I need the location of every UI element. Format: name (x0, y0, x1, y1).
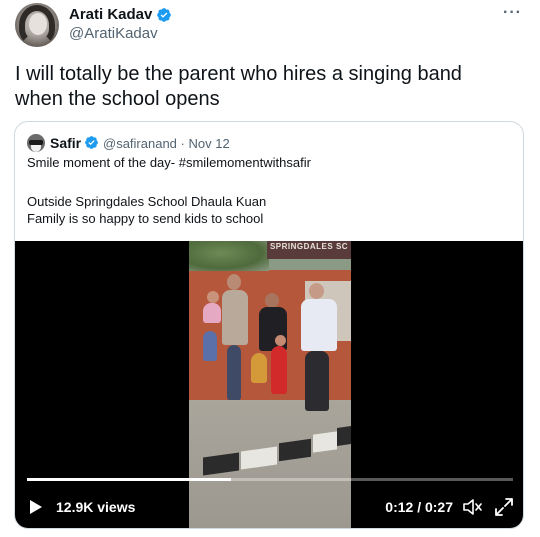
video-time: 0:12 / 0:27 (385, 499, 453, 515)
quoted-tweet-date[interactable]: Nov 12 (189, 136, 230, 151)
quoted-author-name[interactable]: Safir (50, 135, 81, 151)
quoted-author-avatar[interactable] (27, 134, 45, 152)
more-dots-icon[interactable]: ··· (503, 4, 522, 22)
video-progress-fill (27, 478, 232, 481)
video-progress-bar[interactable] (27, 478, 513, 481)
quoted-tweet[interactable]: Safir @safiranand · Nov 12 Smile moment … (14, 121, 524, 529)
video-frame[interactable]: SPRINGDALES SC (189, 241, 351, 528)
tweet-text-line: when the school opens (15, 88, 220, 110)
play-icon[interactable] (29, 499, 43, 515)
author-avatar[interactable] (15, 3, 59, 47)
quoted-tweet-text-line: Family is so happy to send kids to schoo… (27, 211, 264, 226)
tweet-text: I will totally be the parent who hires a… (15, 62, 515, 112)
author-handle[interactable]: @AratiKadav (69, 25, 158, 42)
video-view-count: 12.9K views (56, 499, 136, 515)
video-player[interactable]: SPRINGDALES SC 12.9K views 0:12 / 0:27 (15, 241, 523, 528)
verified-badge-icon (157, 8, 171, 22)
tweet: Arati Kadav @AratiKadav ··· I will total… (0, 0, 540, 537)
verified-badge-icon (85, 136, 98, 149)
video-person (203, 331, 217, 361)
volume-muted-icon[interactable] (462, 498, 482, 516)
quoted-tweet-meta: @safiranand · Nov 12 (103, 136, 230, 151)
author-name[interactable]: Arati Kadav (69, 6, 152, 23)
tweet-text-line: I will totally be the parent who hires a… (15, 63, 462, 85)
meta-separator: · (180, 136, 185, 151)
quoted-tweet-text-line: Outside Springdales School Dhaula Kuan (27, 194, 267, 209)
video-person (301, 299, 337, 351)
video-person (222, 290, 248, 345)
quoted-tweet-text-line: Smile moment of the day- #smilemomentwit… (27, 155, 311, 170)
school-sign: SPRINGDALES SC (267, 241, 351, 259)
fullscreen-icon[interactable] (494, 497, 514, 517)
video-child (271, 346, 287, 394)
quoted-author-handle[interactable]: @safiranand (103, 136, 177, 151)
